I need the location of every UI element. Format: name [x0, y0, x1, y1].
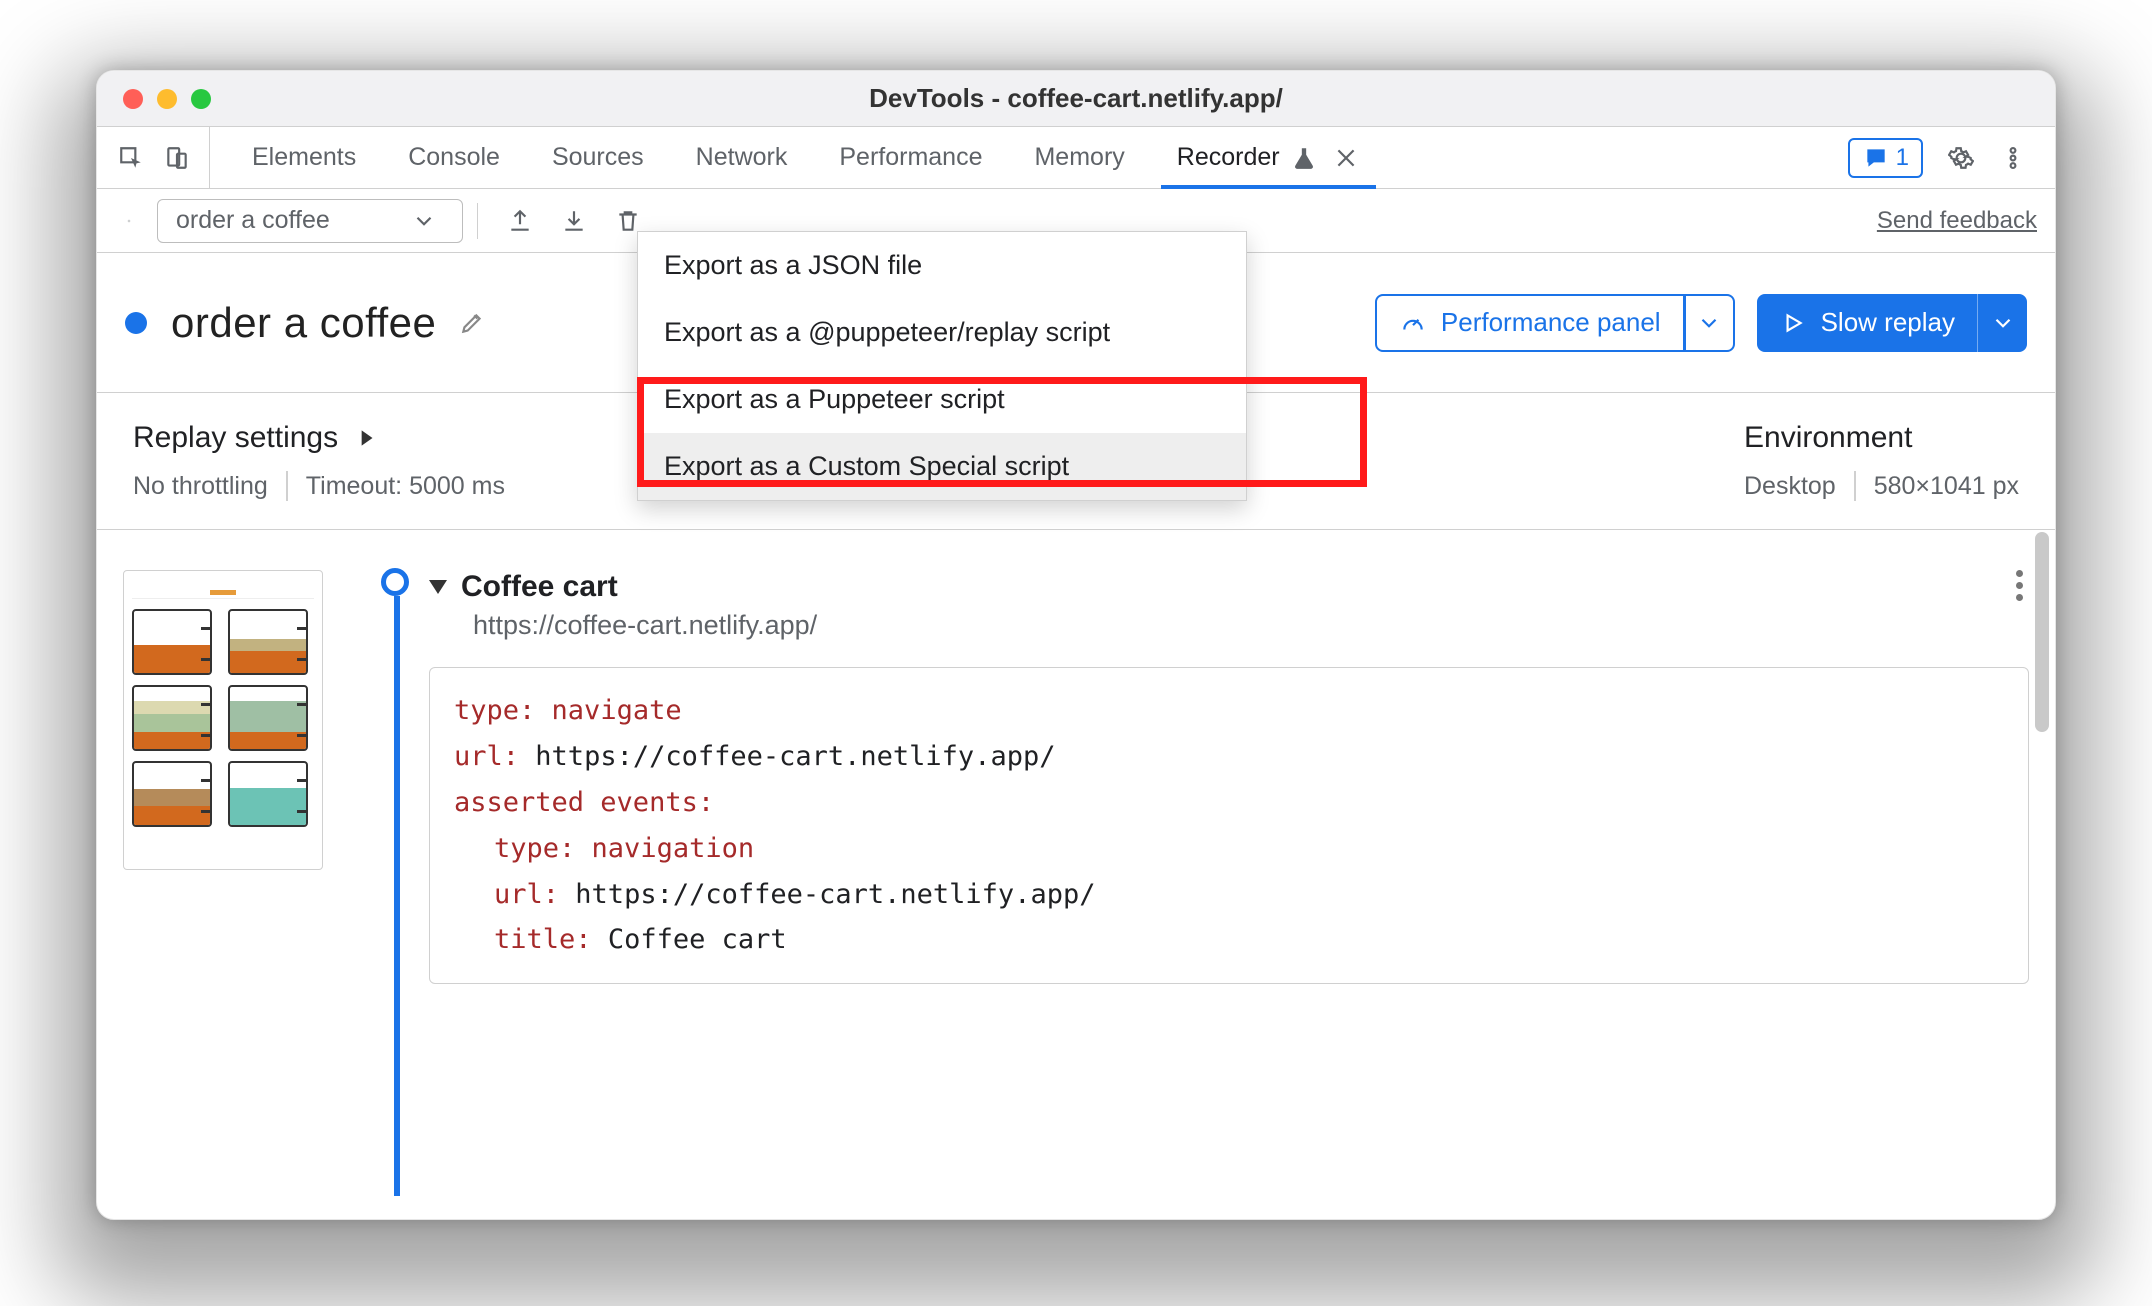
export-puppeteer-replay-item[interactable]: Export as a @puppeteer/replay script	[638, 299, 1246, 366]
toolbar-icons	[492, 207, 642, 235]
tab-elements[interactable]: Elements	[228, 127, 380, 188]
caret-right-icon	[352, 424, 380, 452]
step-marker	[381, 568, 409, 596]
gauge-icon	[1399, 309, 1427, 337]
slow-replay-group: Slow replay	[1757, 294, 2027, 352]
close-tab-icon[interactable]	[1332, 144, 1360, 172]
step-header[interactable]: Coffee cart	[429, 570, 2029, 604]
slow-replay-button[interactable]: Slow replay	[1757, 294, 1977, 352]
slow-replay-label: Slow replay	[1821, 307, 1955, 338]
replay-settings-values: No throttling Timeout: 5000 ms	[133, 471, 505, 501]
recording-select-value: order a coffee	[176, 206, 330, 235]
send-feedback-link[interactable]: Send feedback	[1877, 207, 2037, 235]
environment-info: Environment Desktop 580×1041 px	[1744, 421, 2019, 501]
device-toggle-icon[interactable]	[163, 144, 191, 172]
slow-replay-dropdown[interactable]	[1977, 294, 2027, 352]
chevron-down-icon	[410, 207, 438, 235]
environment-values: Desktop 580×1041 px	[1744, 471, 2019, 501]
step-url: https://coffee-cart.netlify.app/	[473, 610, 2029, 641]
timeout-value: Timeout: 5000 ms	[306, 472, 505, 501]
throttling-value: No throttling	[133, 472, 268, 501]
issues-count: 1	[1896, 144, 1909, 172]
tab-performance[interactable]: Performance	[815, 127, 1006, 188]
chevron-down-icon	[1989, 309, 2017, 337]
inspect-icon[interactable]	[117, 144, 145, 172]
issues-badge[interactable]: 1	[1848, 138, 1923, 178]
tab-sources[interactable]: Sources	[528, 127, 668, 188]
steps-body: Coffee cart https://coffee-cart.netlify.…	[97, 530, 2055, 1196]
step-code: type: navigate url: https://coffee-cart.…	[429, 667, 2029, 984]
devtools-window: DevTools - coffee-cart.netlify.app/ Elem…	[96, 70, 2056, 1220]
step-menu-button[interactable]	[2016, 570, 2023, 601]
panel-tabs: Elements Console Sources Network Perform…	[97, 127, 2055, 189]
more-tabs-icon[interactable]	[1388, 144, 1424, 172]
flow-line	[394, 596, 400, 1196]
export-puppeteer-item[interactable]: Export as a Puppeteer script	[638, 366, 1246, 433]
tab-recorder[interactable]: Recorder	[1153, 127, 1384, 188]
step-title: Coffee cart	[461, 570, 618, 604]
play-icon	[1779, 309, 1807, 337]
export-custom-item[interactable]: Export as a Custom Special script	[638, 433, 1246, 500]
page-thumbnail	[123, 570, 323, 870]
flow-column: Coffee cart https://coffee-cart.netlify.…	[363, 570, 2029, 1196]
flask-icon	[1290, 144, 1318, 172]
performance-panel-button[interactable]: Performance panel	[1375, 294, 1685, 352]
export-icon[interactable]	[506, 207, 534, 235]
replay-settings-toggle[interactable]: Replay settings	[133, 421, 505, 455]
tab-memory[interactable]: Memory	[1010, 127, 1148, 188]
header-buttons: Performance panel Slow replay	[1375, 294, 2027, 352]
scrollbar[interactable]	[2035, 532, 2049, 732]
tab-recorder-label: Recorder	[1177, 143, 1280, 172]
step-node: Coffee cart https://coffee-cart.netlify.…	[383, 570, 2029, 984]
message-icon	[1862, 144, 1890, 172]
performance-panel-dropdown[interactable]	[1685, 294, 1735, 352]
recording-title: order a coffee	[171, 299, 436, 347]
window-titlebar: DevTools - coffee-cart.netlify.app/	[97, 71, 2055, 127]
right-tools: 1	[1830, 138, 2045, 178]
recording-select[interactable]: order a coffee	[157, 199, 463, 243]
performance-panel-group: Performance panel	[1375, 294, 1735, 352]
tab-console[interactable]: Console	[384, 127, 524, 188]
performance-panel-label: Performance panel	[1441, 307, 1661, 338]
environment-size: 580×1041 px	[1874, 472, 2019, 501]
environment-label: Environment	[1744, 421, 2019, 455]
import-icon[interactable]	[560, 207, 588, 235]
window-title: DevTools - coffee-cart.netlify.app/	[97, 83, 2055, 114]
replay-settings: Replay settings No throttling Timeout: 5…	[133, 421, 505, 501]
export-menu: Export as a JSON file Export as a @puppe…	[637, 231, 1247, 501]
inspector-tools	[107, 127, 210, 188]
kebab-menu-icon[interactable]	[1999, 144, 2027, 172]
caret-down-icon	[429, 580, 447, 594]
edit-title-icon[interactable]	[458, 309, 486, 337]
tab-list: Elements Console Sources Network Perform…	[210, 127, 1830, 188]
chevron-down-icon	[1695, 309, 1723, 337]
new-recording-icon[interactable]	[115, 207, 143, 235]
tab-network[interactable]: Network	[672, 127, 812, 188]
export-json-item[interactable]: Export as a JSON file	[638, 232, 1246, 299]
environment-device: Desktop	[1744, 472, 1836, 501]
settings-icon[interactable]	[1947, 144, 1975, 172]
recording-status-dot	[125, 312, 147, 334]
